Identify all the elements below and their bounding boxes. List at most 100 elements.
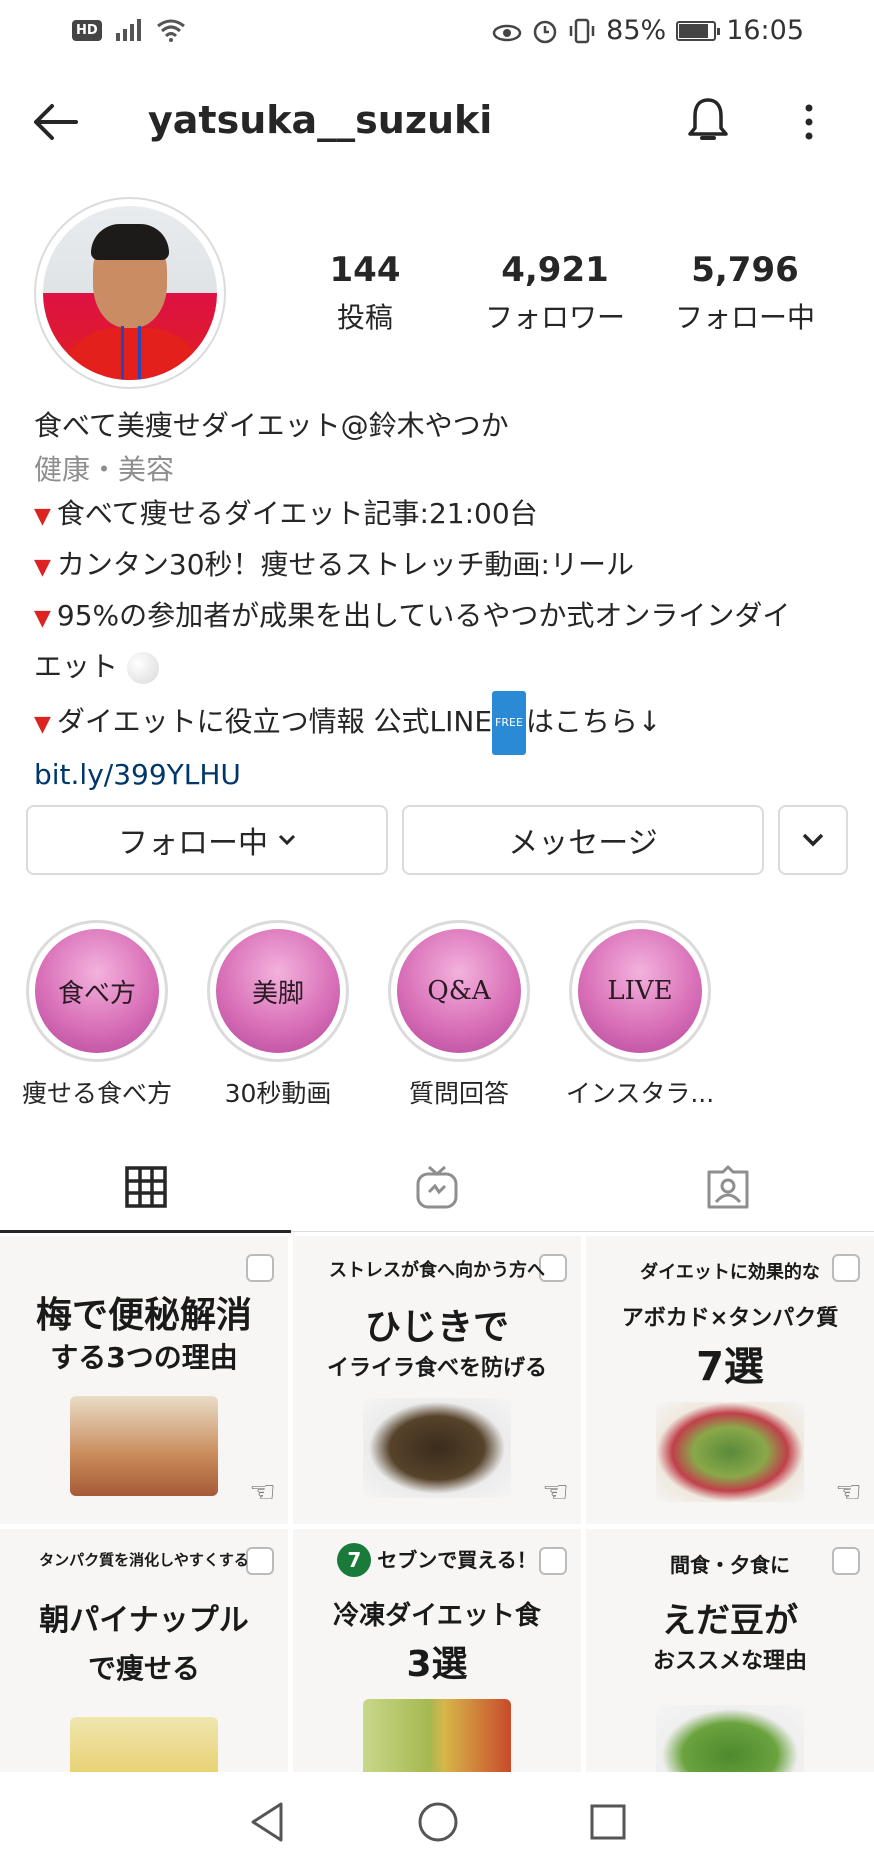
bio-line: ▼ ダイエットに役立つ情報 公式LINE FREE はこちら↓ xyxy=(34,691,844,755)
signal-icon xyxy=(115,19,141,41)
grid-icon xyxy=(124,1166,167,1208)
post-caption: する3つの理由 xyxy=(50,1341,238,1374)
highlight-cover: Q&A xyxy=(397,929,521,1053)
message-button-label: メッセージ xyxy=(508,826,658,861)
profile-bio: 食べて美痩せダイエット@鈴木やつか 健康・美容 ▼ 食べて痩せるダイエット記事:2… xyxy=(34,402,844,795)
profile-avatar[interactable] xyxy=(34,197,226,389)
bio-line: ▼ カンタン30秒！痩せるストレッチ動画:リール xyxy=(34,548,634,581)
highlight-item[interactable]: Q&A 質問回答 xyxy=(388,920,530,1110)
message-button[interactable]: メッセージ xyxy=(402,805,764,875)
back-arrow-icon[interactable] xyxy=(32,100,80,144)
chevron-down-icon xyxy=(278,834,296,846)
post-caption: イライラ食べを防げる xyxy=(326,1356,547,1381)
profile-header: yatsuka__suzuki xyxy=(0,86,874,158)
system-nav-bar xyxy=(0,1772,874,1871)
bio-name: 食べて美痩せダイエット@鈴木やつか xyxy=(34,409,509,442)
posts-count: 144 xyxy=(329,250,401,290)
battery-percent: 85% xyxy=(606,15,667,46)
highlight-cover: LIVE xyxy=(578,929,702,1053)
bio-link[interactable]: bit.ly/399YLHU xyxy=(34,755,844,795)
red-triangle-icon: ▼ xyxy=(34,504,51,529)
more-options-icon[interactable] xyxy=(794,100,824,144)
post-photo xyxy=(656,1402,804,1502)
tagged-icon xyxy=(707,1165,748,1209)
post-caption: 冷凍ダイエット食 xyxy=(333,1601,541,1631)
following-count: 5,796 xyxy=(691,250,799,290)
post-tile[interactable]: 梅で便秘解消 する3つの理由 ☜ xyxy=(0,1236,288,1524)
profile-stats: 144 投稿 4,921 フォロワー 5,796 フォロー中 xyxy=(270,250,840,336)
post-caption: ダイエットに効果的な xyxy=(640,1262,820,1283)
vibrate-icon xyxy=(569,18,595,43)
followers-label: フォロワー xyxy=(484,301,625,334)
highlight-item[interactable]: 食べ方 痩せる食べ方 xyxy=(22,920,172,1110)
post-caption: ひじきで xyxy=(364,1307,509,1348)
bio-line: ▼ 食べて痩せるダイエット記事:21:00台 xyxy=(34,497,538,530)
chevron-down-icon xyxy=(802,833,824,847)
tab-igtv[interactable] xyxy=(291,1142,582,1232)
red-triangle-icon: ▼ xyxy=(34,712,51,737)
highlight-cover: 美脚 xyxy=(216,929,340,1053)
suggested-accounts-button[interactable] xyxy=(778,805,848,875)
nav-home-icon[interactable] xyxy=(417,1801,459,1843)
alarm-icon xyxy=(533,20,557,43)
highlight-label: インスタラ... xyxy=(565,1079,715,1108)
bio-line: ▼ 95%の参加者が成果を出しているやつか式オンラインダイ xyxy=(34,599,791,632)
post-photo xyxy=(363,1398,511,1498)
highlight-label: 質問回答 xyxy=(408,1079,509,1108)
select-checkbox[interactable] xyxy=(246,1254,274,1282)
bell-icon[interactable] xyxy=(686,96,730,146)
bio-line: エット xyxy=(34,643,844,691)
post-caption: おススメな理由 xyxy=(652,1649,807,1674)
post-caption: 3選 xyxy=(406,1644,468,1685)
post-caption: 間食・夕食に xyxy=(670,1553,790,1577)
swipe-hand-icon: ☜ xyxy=(542,1475,569,1510)
post-caption: 7選 xyxy=(696,1344,764,1390)
clock: 16:05 xyxy=(726,15,804,46)
posts-stat[interactable]: 144 投稿 xyxy=(270,250,460,336)
profile-tabs xyxy=(0,1142,874,1233)
post-photo xyxy=(70,1396,218,1496)
tab-tagged[interactable] xyxy=(582,1142,873,1232)
bio-category: 健康・美容 xyxy=(34,453,175,486)
igtv-icon xyxy=(416,1165,457,1209)
free-badge-icon: FREE xyxy=(492,691,526,755)
red-triangle-icon: ▼ xyxy=(34,555,51,580)
highlight-item[interactable]: LIVE インスタラ... xyxy=(566,920,714,1110)
highlight-cover: 食べ方 xyxy=(35,929,159,1053)
followers-count: 4,921 xyxy=(501,250,609,290)
nav-back-icon[interactable] xyxy=(247,1800,287,1844)
seven-eleven-logo-icon: 7 xyxy=(337,1543,372,1577)
post-caption: セブンで買える！ xyxy=(377,1548,537,1572)
post-caption: えだ豆が xyxy=(662,1601,798,1641)
post-caption: タンパク質を消化しやすくする xyxy=(39,1551,249,1569)
posts-label: 投稿 xyxy=(336,301,393,334)
highlight-label: 痩せる食べ方 xyxy=(21,1079,172,1108)
battery-icon xyxy=(676,20,721,41)
post-caption: 朝パイナップル xyxy=(39,1603,249,1638)
post-tile[interactable]: ストレスが食へ向かう方へ ひじきで イライラ食べを防げる ☜ xyxy=(293,1236,581,1524)
profile-username: yatsuka__suzuki xyxy=(148,98,493,142)
following-stat[interactable]: 5,796 フォロー中 xyxy=(650,250,840,336)
ball-emoji-icon xyxy=(126,652,159,684)
post-caption: 梅で便秘解消 xyxy=(35,1295,252,1336)
red-triangle-icon: ▼ xyxy=(34,606,51,631)
post-caption: で痩せる xyxy=(87,1652,200,1685)
following-label: フォロー中 xyxy=(674,301,815,334)
eye-icon xyxy=(492,24,522,41)
tab-posts-grid[interactable] xyxy=(0,1142,291,1233)
status-bar: HD 85% 16:05 xyxy=(0,0,874,66)
post-tile[interactable]: ダイエットに効果的な アボカド×タンパク質 7選 ☜ xyxy=(586,1236,874,1524)
highlight-item[interactable]: 美脚 30秒動画 xyxy=(207,920,349,1110)
swipe-hand-icon: ☜ xyxy=(835,1475,862,1510)
swipe-hand-icon: ☜ xyxy=(249,1475,276,1510)
nav-recents-icon[interactable] xyxy=(589,1803,627,1841)
followers-stat[interactable]: 4,921 フォロワー xyxy=(460,250,650,336)
following-button-label: フォロー中 xyxy=(118,826,268,861)
post-caption: アボカド×タンパク質 xyxy=(621,1306,839,1331)
post-caption: ストレスが食へ向かう方へ xyxy=(329,1260,545,1281)
following-button[interactable]: フォロー中 xyxy=(26,805,388,875)
posts-grid: 梅で便秘解消 する3つの理由 ☜ ストレスが食へ向かう方へ ひじきで イライラ食… xyxy=(0,1236,874,1817)
hd-badge: HD xyxy=(72,19,102,41)
highlight-label: 30秒動画 xyxy=(224,1079,332,1108)
wifi-icon xyxy=(156,19,185,42)
